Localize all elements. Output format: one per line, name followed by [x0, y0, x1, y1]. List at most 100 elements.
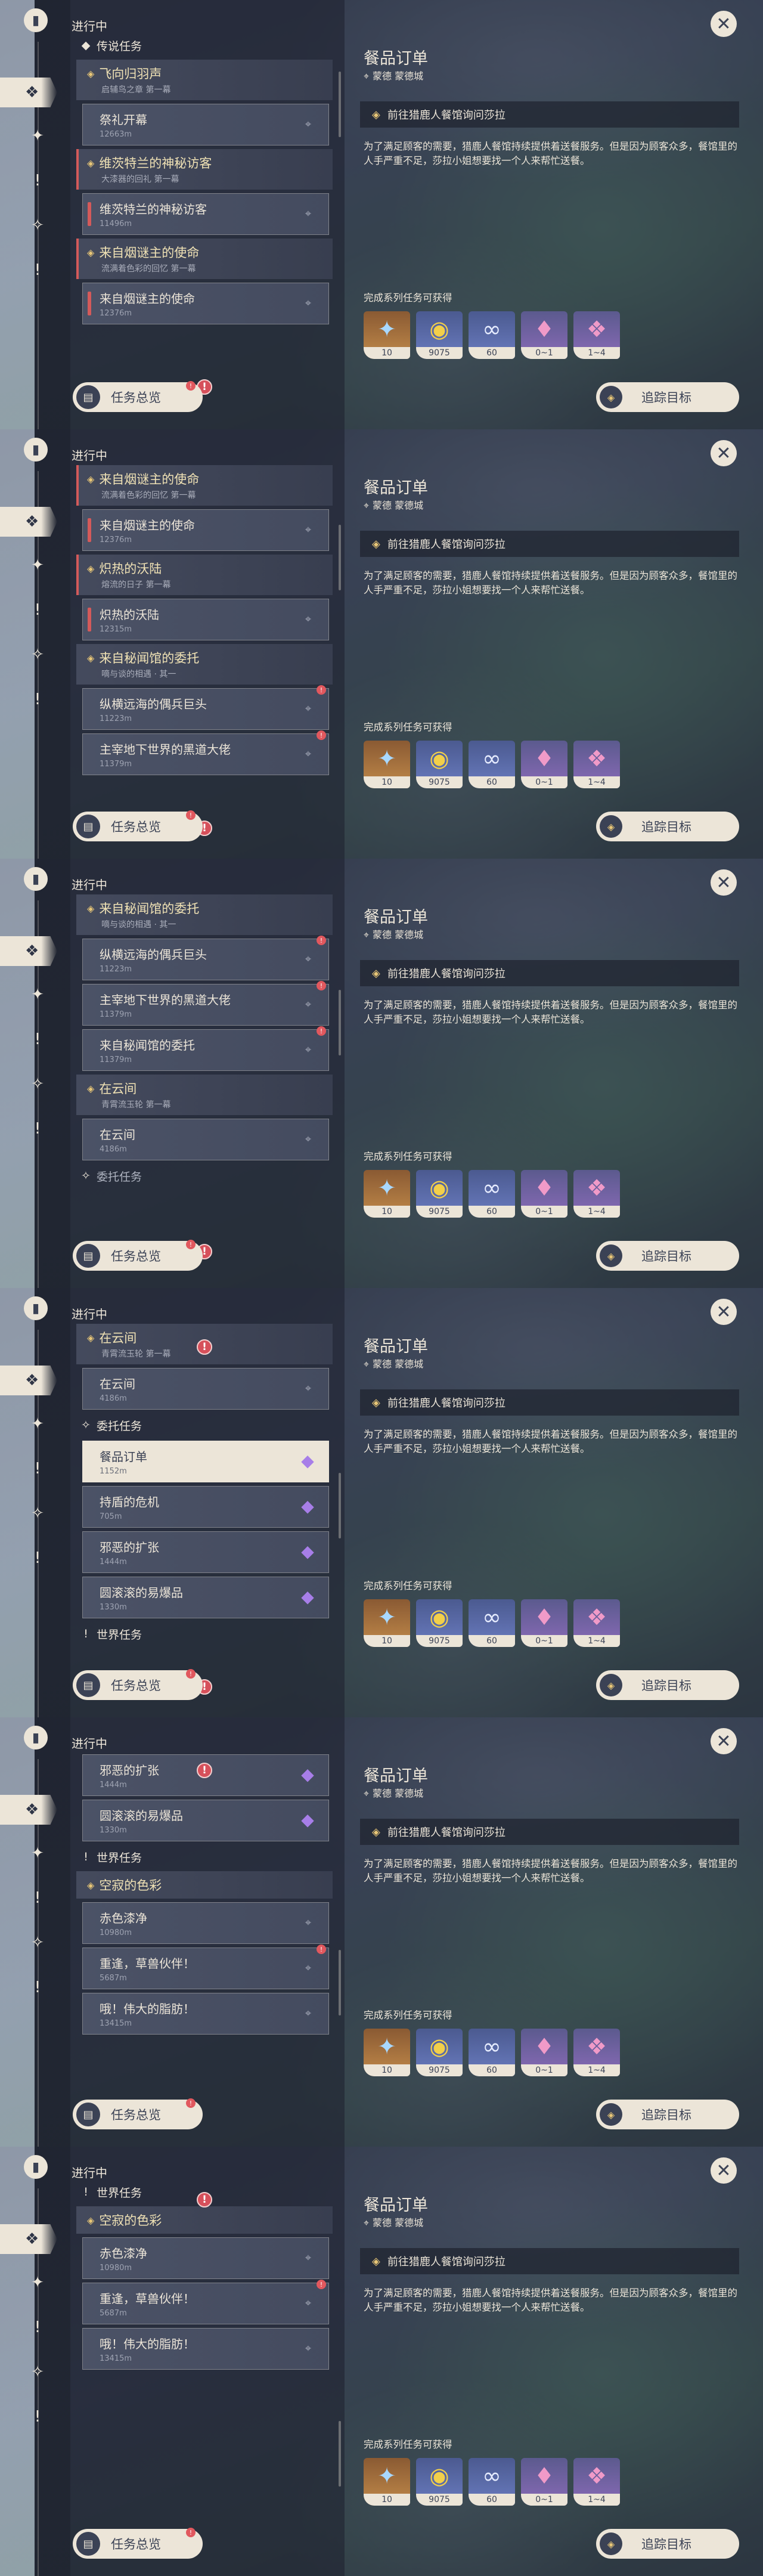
reward-companionship-exp[interactable]: ∞ 60: [469, 1170, 515, 1218]
map-pin-icon[interactable]: ⌖: [302, 1382, 314, 1395]
quest-item[interactable]: 赤色漆净 10980m ⌖: [82, 2237, 329, 2279]
reward-adventure-exp[interactable]: ✦ 10: [364, 311, 410, 359]
map-pin-icon[interactable]: ⌖: [302, 1044, 314, 1056]
close-icon[interactable]: ✕: [711, 1728, 737, 1754]
map-pin-icon[interactable]: ⌖: [302, 613, 314, 626]
list-scrollbar[interactable]: [339, 1950, 341, 2015]
track-target-button[interactable]: ◈ 追踪目标: [596, 382, 739, 412]
commission-icon[interactable]: ✧: [24, 212, 51, 239]
quest-item[interactable]: 赤色漆净 10980m ⌖: [82, 1902, 329, 1944]
map-pin-icon[interactable]: ⌖: [302, 1962, 314, 1974]
world-quest-icon[interactable]: !: [24, 1884, 51, 1912]
map-pin-icon[interactable]: ⌖: [302, 748, 314, 760]
quest-item[interactable]: 重逢，草兽伙伴！ 5687m ⌖!: [82, 2280, 329, 2324]
track-target-button[interactable]: ◈ 追踪目标: [596, 2100, 739, 2129]
commission-icon[interactable]: ✧: [24, 1070, 51, 1098]
event-quest-icon[interactable]: !: [24, 2403, 51, 2431]
quest-book-icon[interactable]: ▮: [24, 2155, 48, 2179]
world-quest-icon[interactable]: !: [24, 1026, 51, 1053]
reward-crystal-chunk-2[interactable]: ❖ 1~4: [573, 1599, 620, 1647]
event-quest-icon[interactable]: !: [24, 1115, 51, 1143]
map-pin-icon[interactable]: ⌖: [302, 1133, 314, 1145]
quest-book-icon[interactable]: ▮: [24, 438, 48, 462]
map-pin-icon[interactable]: ⌖: [302, 702, 314, 715]
archon-quest-icon[interactable]: ❖: [0, 936, 57, 966]
reward-crystal-chunk-2[interactable]: ❖ 1~4: [573, 741, 620, 788]
quest-item[interactable]: 来自秘闻馆的委托 11379m ⌖!: [82, 1026, 329, 1071]
quest-book-icon[interactable]: ▮: [24, 1296, 48, 1320]
reward-mora[interactable]: ◉ 9075: [416, 2029, 463, 2076]
archon-quest-icon[interactable]: ❖: [0, 1795, 57, 1825]
commission-icon[interactable]: ✧: [24, 1500, 51, 1527]
map-pin-icon[interactable]: ⌖: [302, 953, 314, 965]
quest-group[interactable]: 来自秘闻馆的委托嘀与谈的相遇 · 其一: [76, 644, 333, 685]
category-header[interactable]: ◆ 传说任务: [70, 33, 336, 57]
quest-item[interactable]: 哦！伟大的脂肪！ 13415m ⌖: [82, 1993, 329, 2035]
archon-quest-icon[interactable]: ❖: [0, 78, 57, 107]
quest-group[interactable]: 在云间青霄流玉轮 第一幕: [76, 1075, 333, 1115]
quest-list[interactable]: ◆传说任务飞向归羽声启辅鸟之章 第一幕祭礼开幕12663m⌖维茨特兰的神秘访客大…: [70, 33, 336, 382]
list-scrollbar[interactable]: [339, 990, 341, 1055]
quest-book-icon[interactable]: ▮: [24, 8, 48, 32]
quest-item[interactable]: 持盾的危机 705m ◆: [82, 1486, 329, 1528]
reward-crystal-chunk-1[interactable]: ♦ 0~1: [521, 1599, 567, 1647]
reward-companionship-exp[interactable]: ∞ 60: [469, 311, 515, 359]
story-quest-icon[interactable]: ✦: [24, 2269, 51, 2296]
reward-mora[interactable]: ◉ 9075: [416, 741, 463, 788]
reward-companionship-exp[interactable]: ∞ 60: [469, 2029, 515, 2076]
commission-icon[interactable]: ✧: [24, 641, 51, 668]
commission-icon[interactable]: ✧: [24, 1929, 51, 1956]
quest-item[interactable]: 圆滚滚的易爆品 1330m ◆: [82, 1577, 329, 1618]
close-icon[interactable]: ✕: [711, 869, 737, 896]
quest-item[interactable]: 来自烟谜主的使命 12376m ⌖: [82, 509, 329, 551]
reward-companionship-exp[interactable]: ∞ 60: [469, 2458, 515, 2506]
reward-adventure-exp[interactable]: ✦ 10: [364, 2458, 410, 2506]
list-scrollbar[interactable]: [339, 1473, 341, 1538]
category-header[interactable]: ! 世界任务: [70, 1622, 336, 1646]
story-quest-icon[interactable]: ✦: [24, 1840, 51, 1867]
world-quest-icon[interactable]: !: [24, 167, 51, 194]
reward-adventure-exp[interactable]: ✦ 10: [364, 2029, 410, 2076]
quest-list[interactable]: 在云间青霄流玉轮 第一幕在云间4186m⌖✧委托任务餐品订单1152m◆持盾的危…: [70, 1321, 336, 1670]
story-quest-icon[interactable]: ✦: [24, 122, 51, 150]
reward-adventure-exp[interactable]: ✦ 10: [364, 1599, 410, 1647]
event-quest-icon[interactable]: !: [24, 686, 51, 713]
map-pin-icon[interactable]: ⌖: [302, 1916, 314, 1929]
story-quest-icon[interactable]: ✦: [24, 552, 51, 579]
story-quest-icon[interactable]: ✦: [24, 1410, 51, 1438]
quest-list[interactable]: ! 世界任务空寂的色彩赤色漆净 10980m ⌖ 重逢，草兽伙伴！ 5687m ⌖! 哦！伟大…: [70, 2180, 336, 2528]
quest-group[interactable]: 炽热的沃陆熔流的日子 第一幕: [76, 555, 333, 595]
quest-list[interactable]: 来自秘闻馆的委托嘀与谈的相遇 · 其一纵横远海的偶兵巨头11223m⌖!主宰地下…: [70, 892, 336, 1240]
archon-quest-icon[interactable]: ❖: [0, 1366, 57, 1395]
quest-item[interactable]: 重逢，草兽伙伴！ 5687m ⌖!: [82, 1945, 329, 1989]
map-pin-icon[interactable]: ⌖: [302, 297, 314, 309]
quest-item[interactable]: 餐品订单 1152m ◆: [82, 1441, 329, 1482]
quest-item[interactable]: 在云间 4186m ⌖: [82, 1119, 329, 1160]
quest-overview-button[interactable]: ▤ 任务总览!: [73, 2098, 203, 2129]
event-quest-icon[interactable]: !: [24, 256, 51, 284]
close-icon[interactable]: ✕: [711, 11, 737, 37]
quest-item[interactable]: 哦！伟大的脂肪！ 13415m ⌖: [82, 2328, 329, 2370]
reward-mora[interactable]: ◉ 9075: [416, 1170, 463, 1218]
reward-mora[interactable]: ◉ 9075: [416, 1599, 463, 1647]
event-quest-icon[interactable]: !: [24, 1974, 51, 2001]
track-target-button[interactable]: ◈ 追踪目标: [596, 812, 739, 841]
quest-list[interactable]: 来自烟谜主的使命流满着色彩的回忆 第一幕来自烟谜主的使命12376m⌖炽热的沃陆…: [70, 463, 336, 811]
quest-overview-button[interactable]: ▤ 任务总览!: [73, 810, 203, 841]
quest-group[interactable]: 来自烟谜主的使命流满着色彩的回忆 第一幕: [76, 465, 333, 506]
quest-overview-button[interactable]: ▤ 任务总览!: [73, 1240, 203, 1271]
reward-mora[interactable]: ◉ 9075: [416, 311, 463, 359]
quest-overview-button[interactable]: ▤ 任务总览!: [73, 2528, 203, 2559]
archon-quest-icon[interactable]: ❖: [0, 2224, 57, 2254]
close-icon[interactable]: ✕: [711, 440, 737, 466]
quest-item[interactable]: 主宰地下世界的黑道大佬 11379m ⌖!: [82, 730, 329, 775]
quest-group[interactable]: 空寂的色彩: [76, 2206, 333, 2234]
close-icon[interactable]: ✕: [711, 2157, 737, 2184]
reward-mora[interactable]: ◉ 9075: [416, 2458, 463, 2506]
map-pin-icon[interactable]: ⌖: [302, 208, 314, 220]
category-header[interactable]: ✧ 委托任务: [70, 1413, 336, 1437]
list-scrollbar[interactable]: [339, 2421, 341, 2487]
quest-book-icon[interactable]: ▮: [24, 867, 48, 891]
map-pin-icon[interactable]: ⌖: [302, 118, 314, 131]
quest-item[interactable]: 主宰地下世界的黑道大佬 11379m ⌖!: [82, 981, 329, 1026]
